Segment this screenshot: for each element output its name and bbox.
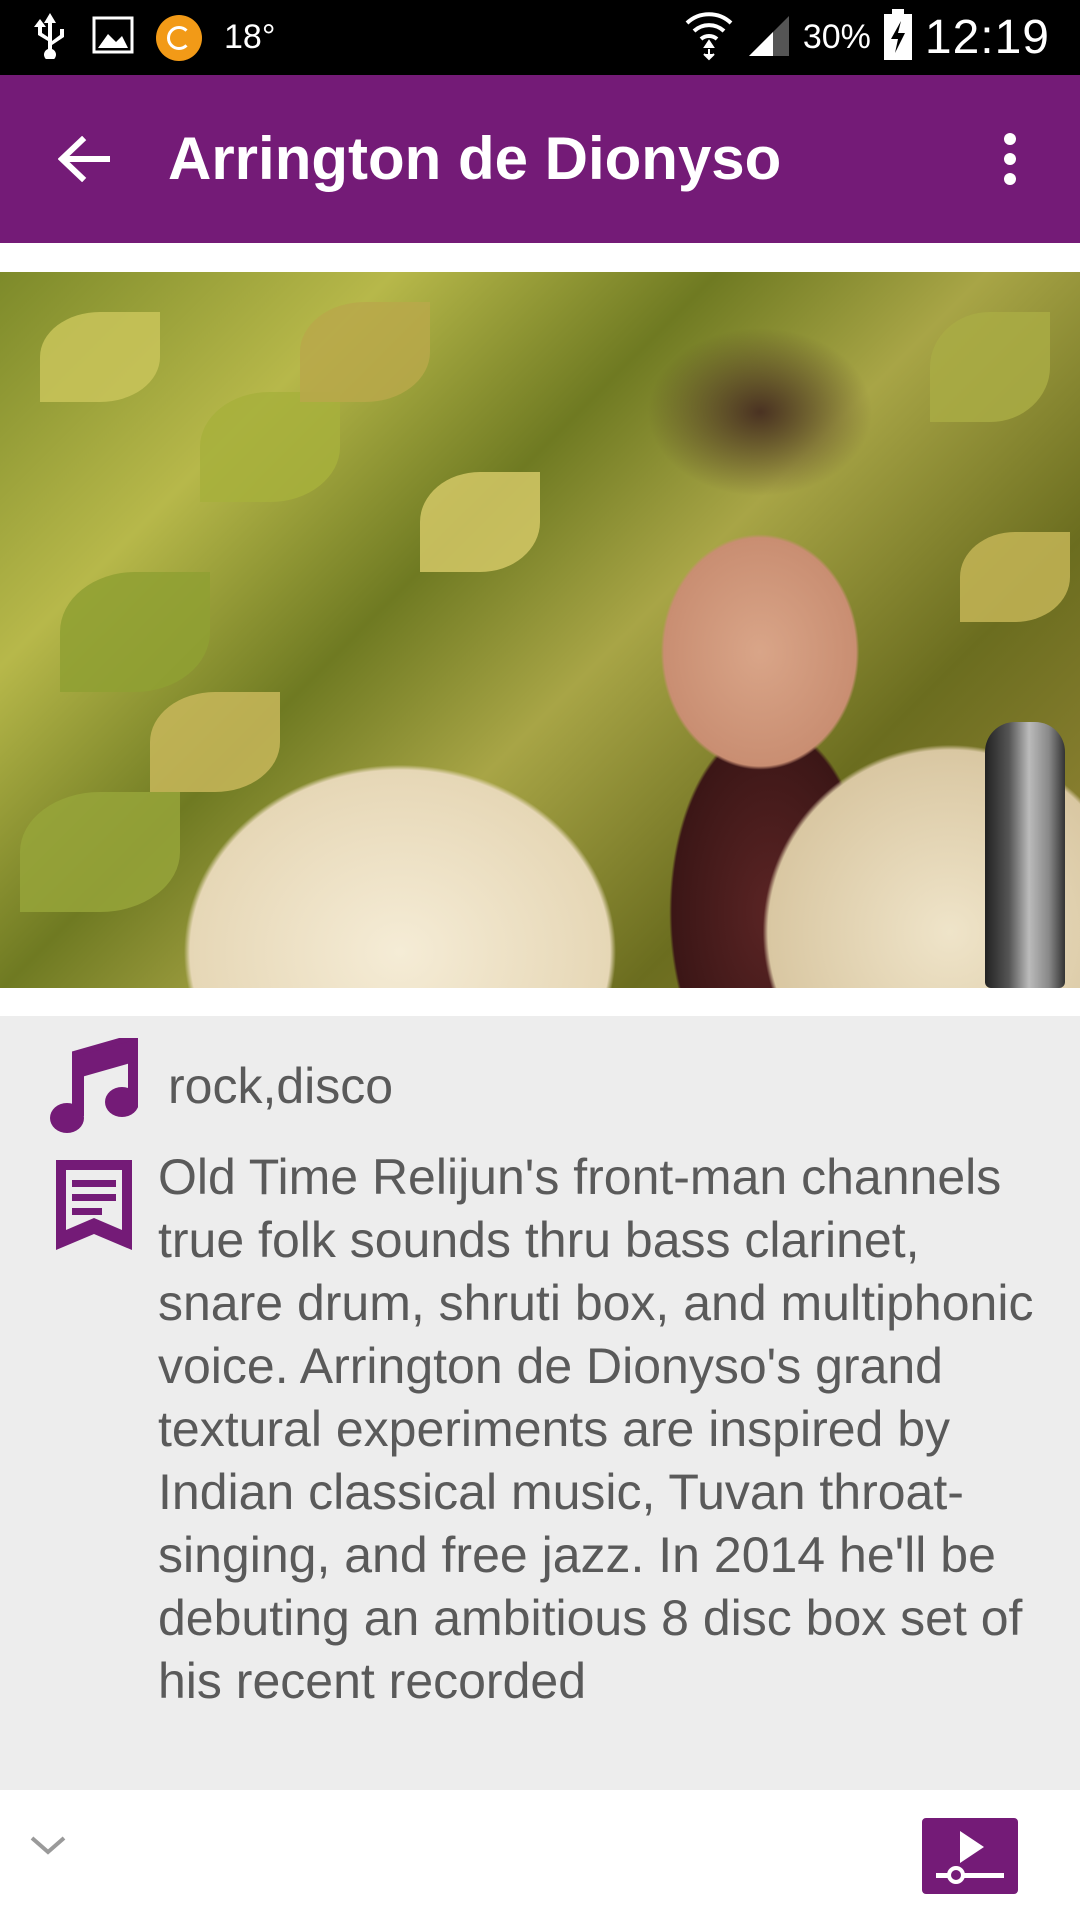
more-options-button[interactable]	[970, 115, 1050, 203]
app-notification-icon	[156, 14, 202, 61]
more-vert-icon	[1004, 133, 1016, 185]
status-bar: 18° 30% 12:19	[0, 0, 1080, 75]
collapse-button[interactable]	[28, 1830, 68, 1870]
app-bar: Arrington de Dionyso	[0, 75, 1080, 243]
wifi-icon	[685, 9, 733, 66]
image-notification-icon	[92, 16, 134, 59]
clock: 12:19	[924, 11, 1050, 64]
artist-description: Old Time Relijun's front-man channels tr…	[158, 1149, 1034, 1709]
bottom-bar	[0, 1790, 1080, 1920]
genre-row: rock,disco	[50, 1036, 393, 1136]
arrow-left-icon	[58, 136, 110, 182]
now-playing-button[interactable]	[922, 1818, 1018, 1894]
play-queue-icon	[936, 1831, 1004, 1884]
temperature-text: 18°	[224, 18, 276, 56]
description-icon	[52, 1156, 136, 1259]
battery-percent: 30%	[802, 18, 871, 56]
signal-icon	[745, 12, 791, 63]
artist-photo	[0, 272, 1080, 988]
battery-charging-icon	[883, 9, 913, 66]
music-note-icon	[50, 1038, 138, 1133]
artist-info: rock,disco Old Time Relijun's front-man …	[0, 1016, 1080, 1790]
genre-text: rock,disco	[168, 1058, 394, 1114]
back-button[interactable]	[40, 115, 128, 203]
chevron-down-icon	[30, 1836, 66, 1855]
page-title: Arrington de Dionyso	[168, 125, 782, 192]
usb-icon	[30, 11, 70, 64]
